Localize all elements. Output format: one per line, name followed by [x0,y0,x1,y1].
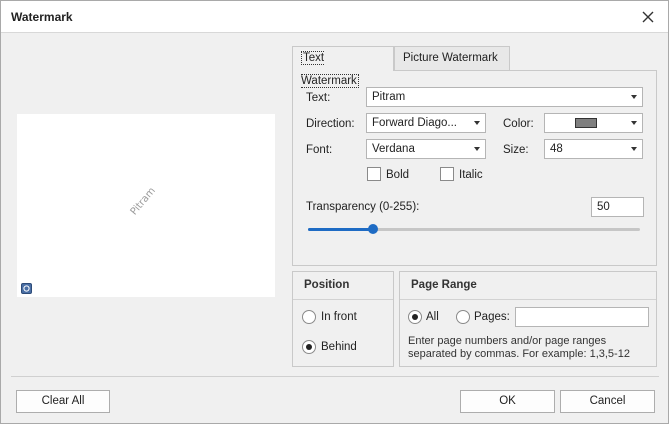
tab-picture-watermark[interactable]: Picture Watermark [394,46,510,71]
direction-label: Direction: [306,118,355,130]
size-label: Size: [503,144,529,156]
transparency-slider-fill [308,228,373,231]
title-bar: Watermark [1,1,668,33]
in-front-radio[interactable] [302,310,316,324]
font-combo-value: Verdana [372,143,415,155]
all-pages-radio[interactable] [408,310,422,324]
color-combo[interactable] [544,113,643,133]
close-icon [642,11,654,23]
italic-label: Italic [459,169,483,181]
bold-label: Bold [386,169,410,181]
cancel-button[interactable]: Cancel [560,390,655,413]
font-label: Font: [306,144,333,156]
chevron-down-icon [474,121,480,125]
size-combo[interactable]: 48 [544,139,643,159]
italic-checkbox[interactable] [440,167,454,181]
tab-picture-watermark-label: Picture Watermark [403,52,498,64]
in-front-label: In front [321,311,357,323]
tab-text-watermark[interactable]: Text Watermark [292,46,394,88]
direction-combo-value: Forward Diago... [372,117,458,129]
direction-combo[interactable]: Forward Diago... [366,113,486,133]
watermark-dialog: Watermark Pitram Text Watermark Picture … [0,0,669,424]
position-title: Position [293,272,393,300]
footer-divider [11,376,659,377]
watermark-preview: Pitram [17,114,275,297]
pages-input[interactable] [515,307,649,327]
text-label: Text: [306,92,331,104]
chevron-down-icon [631,147,637,151]
size-combo-value: 48 [550,143,563,155]
dialog-title: Watermark [11,10,73,24]
preview-watermark-text: Pitram [128,185,158,218]
chevron-down-icon [631,121,637,125]
transparency-label: Transparency (0-255): [306,201,420,213]
font-combo[interactable]: Verdana [366,139,486,159]
tab-text-watermark-label: Text Watermark [301,51,359,88]
text-combo-value: Pitram [372,91,406,103]
pages-radio[interactable] [456,310,470,324]
clear-all-button[interactable]: Clear All [16,390,110,413]
all-pages-label: All [426,311,439,323]
transparency-value: 50 [597,201,610,213]
page-range-hint: Enter page numbers and/or page ranges se… [408,335,630,360]
text-combo[interactable]: Pitram [366,87,643,107]
behind-radio[interactable] [302,340,316,354]
close-button[interactable] [638,7,658,27]
color-swatch [575,118,597,128]
page-range-title: Page Range [400,272,656,300]
transparency-slider-thumb[interactable] [368,224,378,234]
chevron-down-icon [631,95,637,99]
chevron-down-icon [474,147,480,151]
transparency-slider-track[interactable] [308,228,640,231]
pages-label: Pages: [474,311,510,323]
color-label: Color: [503,118,534,130]
transparency-input[interactable]: 50 [591,197,644,217]
refresh-preview-icon[interactable] [21,283,32,294]
behind-label: Behind [321,341,357,353]
ok-button[interactable]: OK [460,390,555,413]
bold-checkbox[interactable] [367,167,381,181]
